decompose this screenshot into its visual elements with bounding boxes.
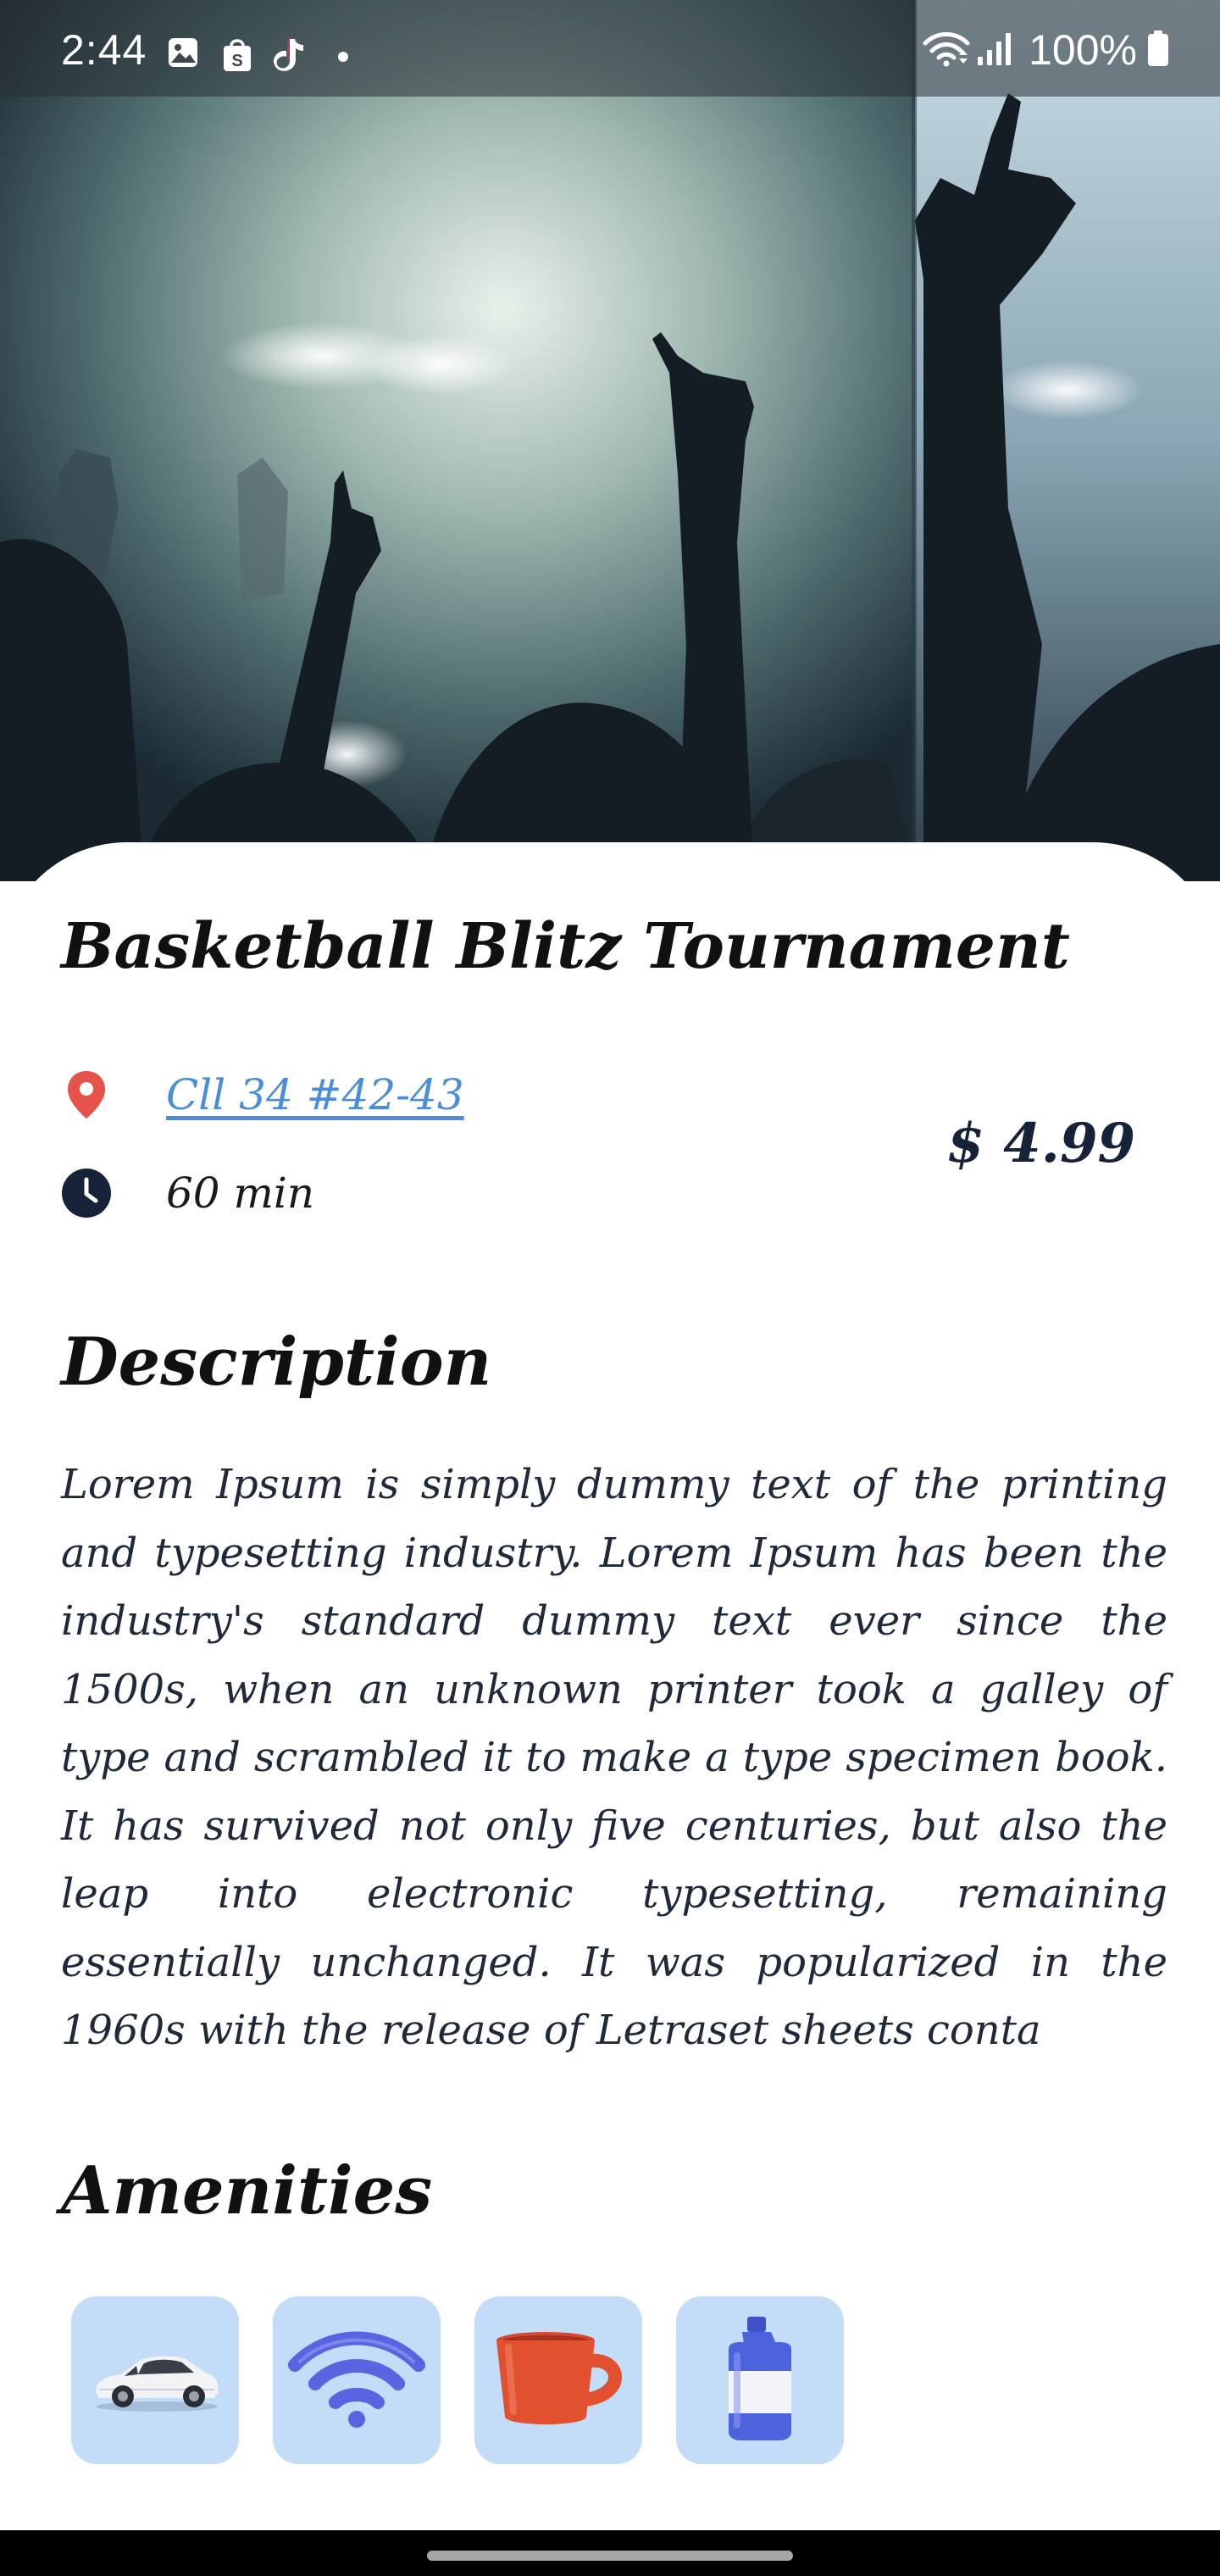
amenity-parking[interactable]: [71, 2296, 239, 2464]
tiktok-icon: [271, 36, 305, 77]
battery-icon: [1147, 30, 1169, 71]
home-indicator[interactable]: [427, 2551, 793, 2561]
status-right-cluster: 100%: [922, 29, 1169, 71]
wifi-icon: [922, 30, 971, 71]
amenity-water[interactable]: [676, 2296, 844, 2464]
location-pin-icon: [61, 1069, 112, 1120]
car-icon: [87, 2340, 223, 2420]
price-label: $ 4.99: [946, 1112, 1135, 1175]
description-heading: Description: [61, 1324, 492, 1401]
water-bottle-icon: [713, 2315, 807, 2446]
signal-icon: [976, 30, 1013, 71]
svg-text:S: S: [231, 52, 242, 70]
hero-image: [0, 0, 1220, 881]
amenity-wifi[interactable]: [273, 2296, 441, 2464]
description-text: Lorem Ipsum is simply dummy text of the …: [61, 1461, 1167, 2054]
duration-row: 60 min: [61, 1168, 314, 1219]
amenities-list: [71, 2296, 844, 2464]
location-row: Cll 34 #42-43: [61, 1069, 464, 1120]
status-bar: 2:44 S 100%: [0, 0, 1220, 97]
battery-percent: 100%: [1029, 26, 1137, 74]
coffee-mug-icon: [486, 2323, 630, 2437]
duration-text: 60 min: [166, 1169, 315, 1218]
clock-icon: [61, 1168, 112, 1219]
shopping-bag-icon: S: [220, 36, 254, 77]
system-nav-bar: [0, 2530, 1220, 2576]
address-link[interactable]: Cll 34 #42-43: [166, 1069, 464, 1120]
notification-dot-icon: [337, 51, 349, 67]
status-time: 2:44: [61, 26, 147, 74]
wifi-icon: [285, 2328, 429, 2433]
amenity-coffee[interactable]: [474, 2296, 642, 2464]
amenities-heading: Amenities: [61, 2152, 433, 2229]
event-title: Basketball Blitz Tournament: [61, 910, 1070, 983]
gallery-icon: [166, 36, 200, 74]
